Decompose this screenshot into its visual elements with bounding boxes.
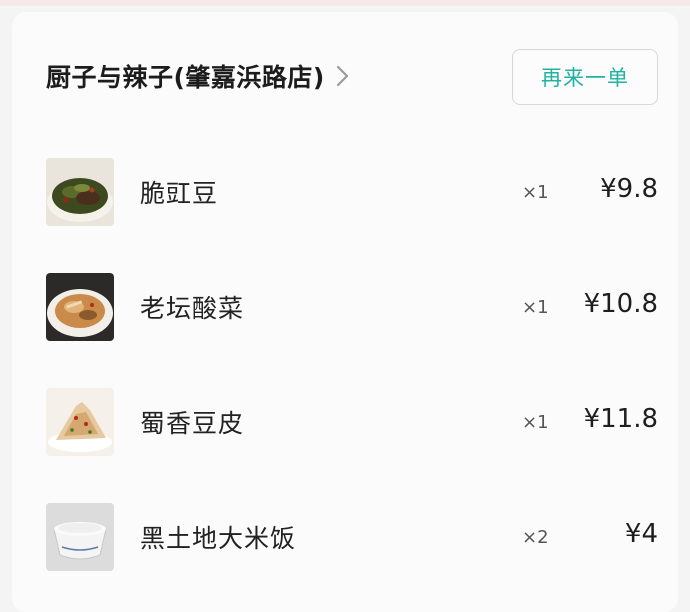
item-price: ¥10.8 bbox=[583, 289, 658, 319]
item-name: 脆豇豆 bbox=[140, 179, 219, 208]
item-price: ¥4 bbox=[624, 519, 658, 549]
shop-link[interactable]: 厨子与辣子(肇嘉浜路店) bbox=[46, 56, 353, 96]
item-name: 黑土地大米饭 bbox=[140, 524, 297, 553]
top-strip bbox=[0, 0, 690, 6]
order-item[interactable]: 蜀香豆皮 ×1 ¥11.8 bbox=[46, 380, 658, 495]
order-card: 厨子与辣子(肇嘉浜路店) 再来一单 脆豇豆 ×1 ¥9.8 老坛酸菜 ×1 ¥1… bbox=[12, 12, 678, 612]
item-quantity: ×1 bbox=[522, 182, 549, 203]
dish-thumbnail bbox=[46, 273, 114, 341]
reorder-button[interactable]: 再来一单 bbox=[512, 49, 658, 105]
item-name: 蜀香豆皮 bbox=[140, 409, 245, 438]
order-items-list: 脆豇豆 ×1 ¥9.8 老坛酸菜 ×1 ¥10.8 蜀香豆皮 ×1 ¥11.8 … bbox=[46, 150, 658, 610]
order-header: 厨子与辣子(肇嘉浜路店) 再来一单 bbox=[46, 42, 658, 108]
item-name: 老坛酸菜 bbox=[140, 294, 245, 323]
dish-thumbnail bbox=[46, 503, 114, 571]
order-item[interactable]: 黑土地大米饭 ×2 ¥4 bbox=[46, 495, 658, 610]
shop-name: 厨子与辣子(肇嘉浜路店) bbox=[46, 63, 325, 92]
item-price: ¥9.8 bbox=[600, 174, 658, 204]
chevron-right-icon bbox=[333, 63, 353, 89]
item-price: ¥11.8 bbox=[583, 404, 658, 434]
order-item[interactable]: 脆豇豆 ×1 ¥9.8 bbox=[46, 150, 658, 265]
dish-thumbnail bbox=[46, 158, 114, 226]
dish-thumbnail bbox=[46, 388, 114, 456]
item-quantity: ×1 bbox=[522, 412, 549, 433]
item-quantity: ×2 bbox=[522, 527, 549, 548]
item-quantity: ×1 bbox=[522, 297, 549, 318]
order-item[interactable]: 老坛酸菜 ×1 ¥10.8 bbox=[46, 265, 658, 380]
